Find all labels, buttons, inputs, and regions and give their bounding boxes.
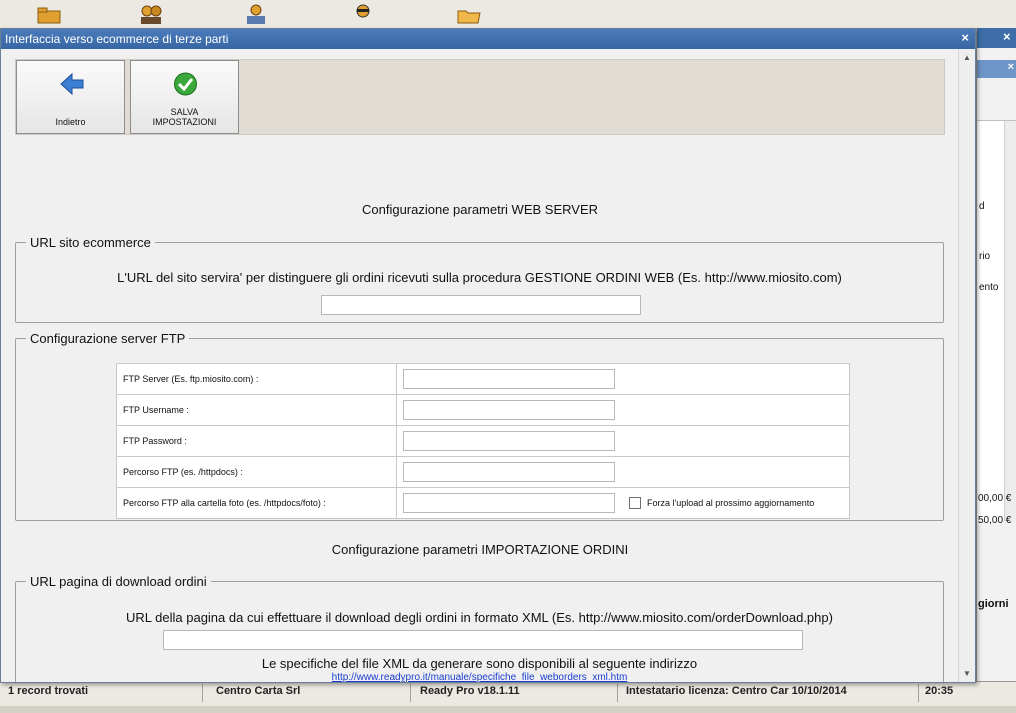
- url-site-legend: URL sito ecommerce: [30, 235, 151, 250]
- ftp-photo-path-label: Percorso FTP alla cartella foto (es. /ht…: [116, 487, 397, 519]
- status-version: Ready Pro v18.1.11: [420, 685, 520, 697]
- url-site-description: L'URL del sito servira' per distinguere …: [117, 270, 842, 285]
- ftp-path-label: Percorso FTP (es. /httpdocs) :: [116, 456, 397, 488]
- background-list-panel: d rio ento: [977, 120, 1016, 521]
- folder-icon[interactable]: [36, 3, 62, 25]
- force-upload-checkbox[interactable]: [629, 497, 641, 509]
- scroll-down-icon[interactable]: ▼: [963, 669, 971, 678]
- ftp-server-input[interactable]: [403, 369, 615, 389]
- text-fragment: d: [979, 201, 985, 212]
- ftp-config-legend: Configurazione server FTP: [30, 331, 186, 346]
- table-row: Percorso FTP (es. /httpdocs) :: [116, 456, 850, 488]
- download-url-input[interactable]: [163, 630, 803, 650]
- label-giorni: giorni: [978, 598, 1009, 610]
- status-license: Intestatario licenza: Centro Car 10/10/2…: [626, 685, 847, 697]
- users-icon[interactable]: [138, 3, 164, 25]
- dialog-toolbar: Indietro SALVA IMPOSTAZIONI: [15, 59, 945, 135]
- site-url-input[interactable]: [321, 295, 641, 315]
- dialog-scrollbar[interactable]: ▲ ▼: [958, 49, 975, 682]
- ecommerce-interface-dialog: Interfaccia verso ecommerce di terze par…: [0, 28, 976, 683]
- scroll-up-icon[interactable]: ▲: [963, 53, 971, 62]
- xml-spec-text: Le specifiche del file XML da generare s…: [261, 656, 698, 671]
- ftp-server-label: FTP Server (Es. ftp.miosito.com) :: [116, 363, 397, 395]
- text-fragment: rio: [979, 251, 991, 262]
- back-button-label: Indietro: [55, 117, 86, 127]
- ftp-password-input[interactable]: [403, 431, 615, 451]
- status-record-count: 1 record trovati: [8, 685, 89, 697]
- text-fragment: ento: [979, 282, 999, 293]
- force-upload-label: Forza l'upload al prossimo aggiornamento: [647, 498, 815, 508]
- save-label-line2: IMPOSTAZIONI: [152, 117, 217, 127]
- status-company: Centro Carta Srl: [216, 685, 301, 697]
- ftp-settings-table: FTP Server (Es. ftp.miosito.com) : FTP U…: [116, 363, 850, 519]
- download-url-legend: URL pagina di download ordini: [30, 574, 207, 589]
- close-icon[interactable]: ×: [1008, 61, 1014, 73]
- amount-value: 00,00 €: [978, 493, 1012, 504]
- scrollbar[interactable]: [1004, 121, 1016, 521]
- user-tools-icon[interactable]: [243, 3, 269, 25]
- dialog-title: Interfaccia verso ecommerce di terze par…: [5, 32, 229, 46]
- close-icon[interactable]: ×: [1003, 29, 1011, 44]
- amount-value: 50,00 €: [978, 515, 1012, 526]
- status-separator: [410, 684, 411, 702]
- dialog-titlebar: Interfaccia verso ecommerce di terze par…: [1, 29, 975, 49]
- ftp-password-label: FTP Password :: [116, 425, 397, 457]
- back-arrow-icon: [60, 72, 84, 96]
- background-window-titlebar: ×: [977, 28, 1016, 48]
- status-time: 20:35: [925, 685, 954, 697]
- save-settings-button[interactable]: SALVA IMPOSTAZIONI: [130, 60, 239, 134]
- status-separator: [918, 684, 919, 702]
- background-window: × × d rio ento 00,00 € 50,00 € giorni: [976, 28, 1016, 688]
- table-row: FTP Username :: [116, 394, 850, 426]
- web-server-section-title: Configurazione parametri WEB SERVER: [361, 202, 599, 217]
- table-row: Percorso FTP alla cartella foto (es. /ht…: [116, 487, 850, 519]
- ftp-username-label: FTP Username :: [116, 394, 397, 426]
- xml-spec-link[interactable]: http://www.readypro.it/manuale/specifich…: [16, 672, 943, 682]
- open-folder-icon[interactable]: [456, 3, 482, 25]
- background-window-tab: ×: [977, 60, 1016, 78]
- back-button[interactable]: Indietro: [16, 60, 125, 134]
- status-separator: [617, 684, 618, 702]
- status-separator: [202, 684, 203, 702]
- ftp-photo-path-input[interactable]: [403, 493, 615, 513]
- table-row: FTP Server (Es. ftp.miosito.com) :: [116, 363, 850, 395]
- ftp-path-input[interactable]: [403, 462, 615, 482]
- close-icon[interactable]: ×: [961, 30, 969, 45]
- save-label-line1: SALVA: [170, 107, 199, 117]
- background-toolbar: [0, 0, 1016, 29]
- ftp-username-input[interactable]: [403, 400, 615, 420]
- table-row: FTP Password :: [116, 425, 850, 457]
- url-site-group: URL sito ecommerce L'URL del sito servir…: [15, 235, 944, 323]
- person-icon[interactable]: [350, 3, 376, 25]
- save-button-label: SALVA IMPOSTAZIONI: [131, 107, 238, 127]
- ftp-config-group: Configurazione server FTP FTP Server (Es…: [15, 331, 944, 521]
- download-url-group: URL pagina di download ordini URL della …: [15, 574, 944, 682]
- check-icon: [174, 72, 197, 96]
- import-section-title: Configurazione parametri IMPORTAZIONE OR…: [331, 542, 629, 557]
- download-url-description: URL della pagina da cui effettuare il do…: [126, 610, 833, 625]
- dialog-content: Indietro SALVA IMPOSTAZIONI Configurazio…: [1, 49, 959, 682]
- status-bar: 1 record trovati Centro Carta Srl Ready …: [0, 681, 1016, 706]
